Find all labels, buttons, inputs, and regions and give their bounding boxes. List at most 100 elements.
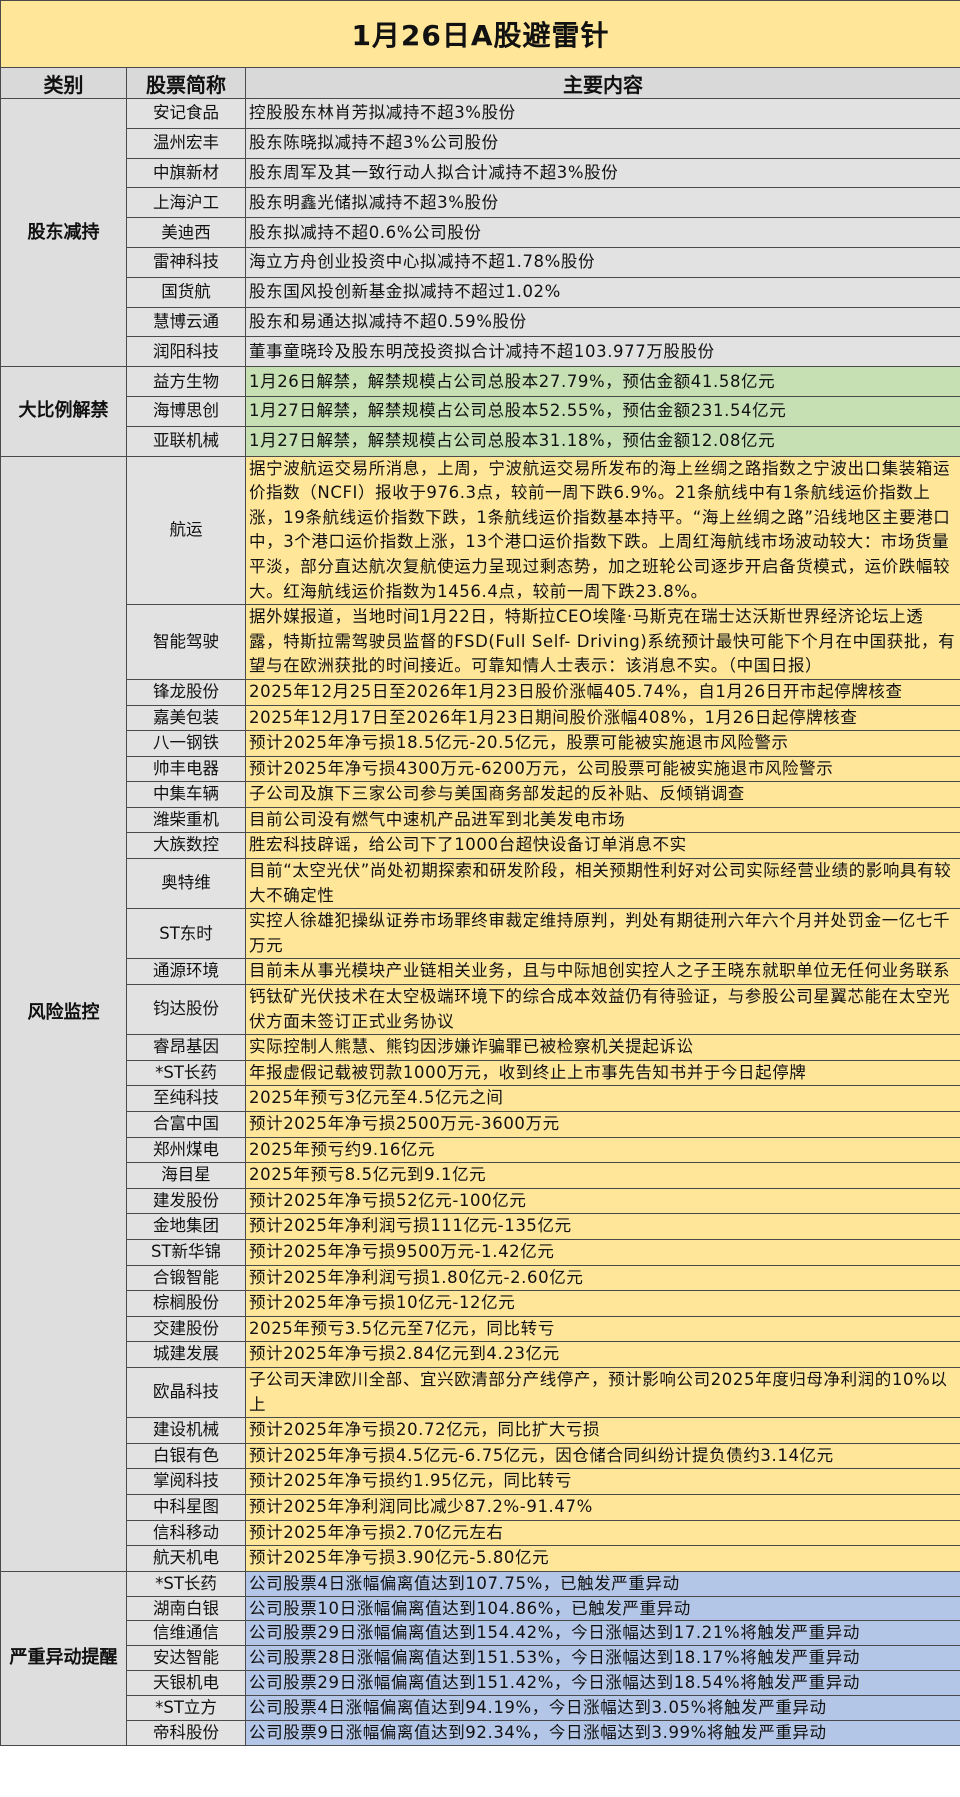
content-text: 预计2025年净亏损2.84亿元到4.23亿元 [245, 1341, 960, 1368]
table-row: 建发股份 预计2025年净亏损52亿元-100亿元 [1, 1187, 960, 1215]
table-row: 通源环境 目前未从事光模块产业链相关业务，且与中际旭创实控人之子王晓东就职单位无任… [1, 958, 960, 986]
content-text: 董事童晓玲及股东明茂投资拟合计减持不超103.977万股股份 [245, 336, 960, 368]
content-text: 2025年12月25日至2026年1月23日股价涨幅405.74%，自1月26日… [245, 678, 960, 706]
stock-name: *ST长药 [126, 1570, 246, 1597]
table-row: 安达智能 公司股票28日涨幅偏离值达到151.53%，今日涨幅达到18.17%将触… [1, 1645, 960, 1672]
stock-name: 钧达股份 [126, 984, 246, 1036]
table-row: 至纯科技 2025年预亏3亿元至4.5亿元之间 [1, 1085, 960, 1112]
content-text: 实控人徐雄犯操纵证券市场罪终审裁定维持原判，判处有期徒刑六年六个月并处罚金一亿七… [245, 908, 960, 960]
stock-name: 国货航 [126, 276, 246, 308]
content-text: 年报虚假记载被罚款1000万元，收到终止上市事先告知书并于今日起停牌 [245, 1059, 960, 1087]
risk-table: 1月26日A股避雷针 类别 股票简称 主要内容 股东减持 安记食品 控股股东林肖芳拟… [0, 0, 960, 1746]
stock-name: 建设机械 [126, 1417, 246, 1444]
content-text: 股东国风投创新基金拟减持不超过1.02% [245, 276, 960, 308]
content-text: 据宁波航运交易所消息，上周，宁波航运交易所发布的海上丝绸之路指数之宁波出口集装箱… [245, 455, 960, 606]
content-text: 股东周军及其一致行动人拟合计减持不超3%股份 [245, 157, 960, 189]
header-stock: 股票简称 [126, 67, 246, 99]
stock-name: 八一钢铁 [126, 730, 246, 757]
stock-name: 棕榈股份 [126, 1290, 246, 1317]
table-row: 中科星图 预计2025年净利润同比减少87.2%-91.47% [1, 1493, 960, 1521]
table-row: 上海沪工 股东明鑫光储拟减持不超3%股份 [1, 187, 960, 219]
content-text: 2025年预亏3亿元至4.5亿元之间 [245, 1085, 960, 1112]
content-text: 2025年预亏约9.16亿元 [245, 1136, 960, 1164]
stock-name: 嘉美包装 [126, 704, 246, 732]
stock-name: 白银有色 [126, 1442, 246, 1470]
table-row: 城建发展 预计2025年净亏损2.84亿元到4.23亿元 [1, 1341, 960, 1368]
stock-name: 通源环境 [126, 958, 246, 986]
stock-name: 帅丰电器 [126, 755, 246, 783]
content-text: 股东陈晓拟减持不超3%公司股份 [245, 127, 960, 159]
content-text: 公司股票29日涨幅偏离值达到151.42%，今日涨幅达到18.54%将触发严重异… [245, 1670, 960, 1697]
content-text: 公司股票28日涨幅偏离值达到151.53%，今日涨幅达到18.17%将触发严重异… [245, 1645, 960, 1672]
page-title: 1月26日A股避雷针 [0, 0, 960, 68]
table-row: 交建股份 2025年预亏3.5亿元至7亿元，同比转亏 [1, 1315, 960, 1343]
content-text: 控股股东林肖芳拟减持不超3%股份 [245, 98, 960, 129]
stock-name: 欧晶科技 [126, 1366, 246, 1419]
content-text: 实际控制人熊慧、熊钧因涉嫌诈骗罪已被检察机关提起诉讼 [245, 1034, 960, 1061]
stock-name: 潍柴重机 [126, 806, 246, 834]
stock-name: 湖南白银 [126, 1595, 246, 1622]
table-row: 温州宏丰 股东陈晓拟减持不超3%公司股份 [1, 127, 960, 159]
category-label: 股东减持 [0, 97, 127, 368]
stock-name: 益方生物 [126, 366, 246, 397]
table-row: 建设机械 预计2025年净亏损20.72亿元，同比扩大亏损 [1, 1417, 960, 1444]
table-row: 郑州煤电 2025年预亏约9.16亿元 [1, 1136, 960, 1164]
table-row: 中旗新材 股东周军及其一致行动人拟合计减持不超3%股份 [1, 157, 960, 189]
content-text: 预计2025年净利润同比减少87.2%-91.47% [245, 1493, 960, 1521]
stock-name: 智能驾驶 [126, 604, 246, 680]
table-row: 信科移动 预计2025年净亏损2.70亿元左右 [1, 1519, 960, 1547]
stock-name: 安达智能 [126, 1645, 246, 1672]
content-text: 目前未从事光模块产业链相关业务，且与中际旭创实控人之子王晓东就职单位无任何业务联… [245, 958, 960, 986]
content-text: 海立方舟创业投资中心拟减持不超1.78%股份 [245, 246, 960, 278]
content-text: 预计2025年净利润亏损111亿元-135亿元 [245, 1213, 960, 1240]
table-row: ST新华锦 预计2025年净亏损9500万元-1.42亿元 [1, 1238, 960, 1266]
table-row: 严重异动提醒 *ST长药 公司股票4日涨幅偏离值达到107.75%，已触发严重异动 [0, 1570, 960, 1746]
stock-name: 睿昂基因 [126, 1034, 246, 1061]
stock-name: 建发股份 [126, 1187, 246, 1215]
stock-name: 亚联机械 [126, 425, 246, 457]
content-text: 公司股票4日涨幅偏离值达到94.19%，今日涨幅达到3.05%将触发严重异动 [245, 1695, 960, 1722]
table-row: 掌阅科技 预计2025年净亏损约1.95亿元，同比转亏 [1, 1468, 960, 1495]
table-row: 中集车辆 子公司及旗下三家公司参与美国商务部发起的反补贴、反倾销调查 [1, 781, 960, 808]
content-text: 预计2025年净亏损4300万元-6200万元，公司股票可能被实施退市风险警示 [245, 755, 960, 783]
table-row: 航天机电 预计2025年净亏损3.90亿元-5.80亿元 [1, 1545, 960, 1572]
table-row: 钧达股份 钙钛矿光伏技术在太空极端环境下的综合成本效益仍有待验证，与参股公司星翼芯… [1, 984, 960, 1036]
content-text: 预计2025年净亏损18.5亿元-20.5亿元，股票可能被实施退市风险警示 [245, 730, 960, 757]
stock-name: 航天机电 [126, 1545, 246, 1572]
table-row: 大族数控 胜宏科技辟谣，给公司下了1000台超快设备订单消息不实 [1, 832, 960, 860]
stock-name: 交建股份 [126, 1315, 246, 1343]
content-text: 公司股票9日涨幅偏离值达到92.34%，今日涨幅达到3.99%将触发严重异动 [245, 1720, 960, 1746]
table-row: 欧晶科技 子公司天津欧川全部、宜兴欧清部分产线停产，预计影响公司2025年度归母净… [1, 1366, 960, 1419]
stock-name: 美迪西 [126, 217, 246, 248]
stock-name: 锋龙股份 [126, 678, 246, 706]
stock-name: 润阳科技 [126, 336, 246, 368]
table-row: ST东时 实控人徐雄犯操纵证券市场罪终审裁定维持原判，判处有期徒刑六年六个月并处罚… [1, 908, 960, 960]
stock-name: ST东时 [126, 908, 246, 960]
table-row: 八一钢铁 预计2025年净亏损18.5亿元-20.5亿元，股票可能被实施退市风险警… [1, 730, 960, 757]
table-row: 金地集团 预计2025年净利润亏损111亿元-135亿元 [1, 1213, 960, 1240]
stock-name: 城建发展 [126, 1341, 246, 1368]
content-text: 子公司天津欧川全部、宜兴欧清部分产线停产，预计影响公司2025年度归母净利润的1… [245, 1366, 960, 1419]
stock-name: 温州宏丰 [126, 127, 246, 159]
stock-name: 上海沪工 [126, 187, 246, 219]
content-text: 股东明鑫光储拟减持不超3%股份 [245, 187, 960, 219]
table-row: 美迪西 股东拟减持不超0.6%公司股份 [1, 217, 960, 248]
stock-name: 雷神科技 [126, 246, 246, 278]
stock-name: 帝科股份 [126, 1720, 246, 1746]
table-row: 棕榈股份 预计2025年净亏损10亿元-12亿元 [1, 1290, 960, 1317]
content-text: 2025年预亏8.5亿元到9.1亿元 [245, 1162, 960, 1189]
stock-name: 信科移动 [126, 1519, 246, 1547]
stock-name: *ST长药 [126, 1059, 246, 1087]
content-text: 预计2025年净亏损4.5亿元-6.75亿元，因仓储合同纠纷计提负债约3.14亿… [245, 1442, 960, 1470]
content-text: 2025年12月17日至2026年1月23日期间股价涨幅408%，1月26日起停… [245, 704, 960, 732]
table-row: 合富中国 预计2025年净亏损2500万元-3600万元 [1, 1111, 960, 1138]
content-text: 预计2025年净亏损20.72亿元，同比扩大亏损 [245, 1417, 960, 1444]
content-text: 预计2025年净亏损3.90亿元-5.80亿元 [245, 1545, 960, 1572]
content-text: 预计2025年净利润亏损1.80亿元-2.60亿元 [245, 1264, 960, 1292]
stock-name: 中集车辆 [126, 781, 246, 808]
table-row: 风险监控 航运 据宁波航运交易所消息，上周，宁波航运交易所发布的海上丝绸之路指数之宁… [0, 455, 960, 1572]
content-text: 股东拟减持不超0.6%公司股份 [245, 217, 960, 248]
category-label: 风险监控 [0, 455, 127, 1572]
content-text: 2025年预亏3.5亿元至7亿元，同比转亏 [245, 1315, 960, 1343]
stock-name: 慧博云通 [126, 306, 246, 338]
